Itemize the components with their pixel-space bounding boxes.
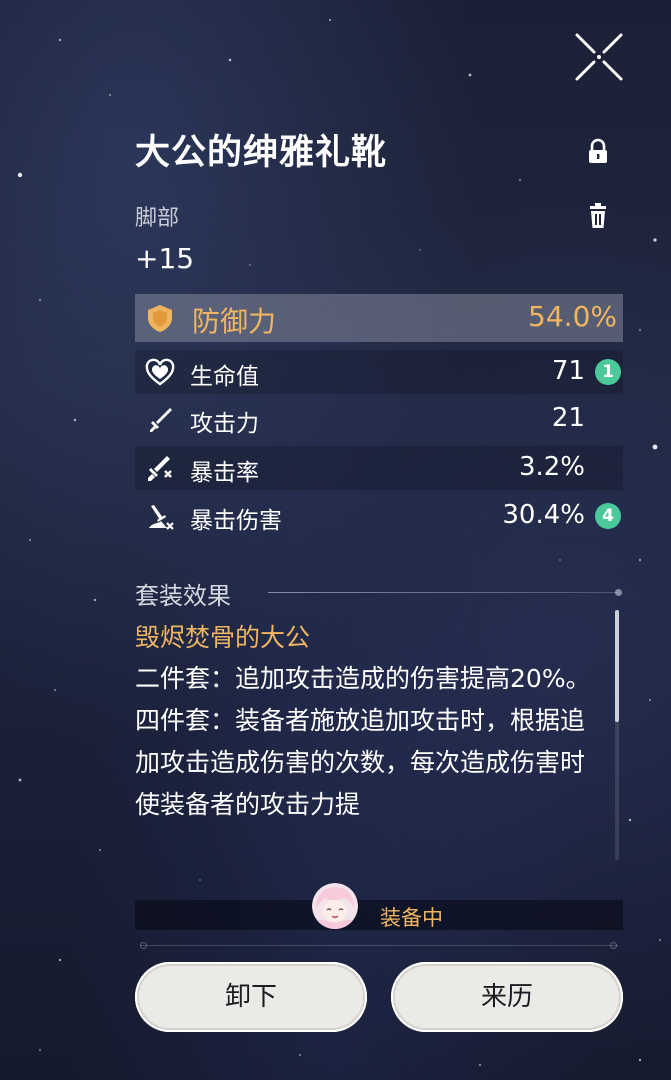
set-two-piece-effect: 二件套：追加攻击造成的伤害提高20%。 — [135, 664, 591, 693]
heart-icon — [145, 358, 175, 386]
sub-stat-row: 暴击率 3.2% — [135, 446, 623, 490]
sub-stat-name: 暴击率 — [190, 460, 259, 486]
relic-level: +15 — [135, 242, 195, 275]
roll-count-badge: 1 — [595, 359, 621, 385]
sub-stat-name: 生命值 — [190, 364, 259, 390]
set-four-piece-effect: 四件套：装备者施放追加攻击时，根据追加攻击造成伤害的次数，每次造成伤害时使装备者… — [135, 706, 586, 819]
set-effect-panel[interactable]: 毁烬焚骨的大公 二件套：追加攻击造成的伤害提高20%。 四件套：装备者施放追加攻… — [135, 618, 605, 862]
divider-dot — [610, 942, 617, 949]
relic-slot: 脚部 — [135, 206, 180, 231]
main-stat-name: 防御力 — [192, 305, 277, 338]
sub-stat-row: 暴击伤害 30.4% 4 — [135, 494, 623, 538]
trash-icon — [590, 203, 606, 228]
divider — [140, 945, 618, 946]
divider-dot — [140, 942, 147, 949]
crit-rate-icon — [148, 456, 172, 481]
divider-dot — [615, 589, 622, 596]
main-stat-value: 54.0% — [528, 300, 617, 333]
divider — [268, 592, 618, 593]
sub-stat-name: 攻击力 — [190, 411, 259, 437]
equipped-bar — [135, 900, 623, 930]
lock-icon — [589, 138, 607, 163]
roll-count-badge: 4 — [595, 503, 621, 529]
equipped-label: 装备中 — [380, 906, 443, 930]
sub-stat-value: 3.2% — [518, 452, 585, 482]
set-effect-header: 套装效果 — [135, 582, 231, 610]
sub-stat-row: 生命值 71 1 — [135, 350, 623, 394]
discard-button[interactable] — [582, 200, 614, 232]
main-stat-row: 防御力 54.0% — [135, 294, 623, 342]
close-icon — [575, 33, 623, 81]
shield-icon — [148, 305, 172, 332]
character-avatar-icon — [312, 883, 358, 929]
set-name: 毁烬焚骨的大公 — [135, 623, 311, 652]
sub-stat-value: 21 — [551, 403, 585, 433]
relic-title: 大公的绅雅礼靴 — [135, 133, 388, 173]
scrollbar-thumb[interactable] — [615, 610, 619, 722]
avatar[interactable] — [312, 883, 358, 929]
lock-button[interactable] — [582, 136, 614, 168]
sword-icon — [150, 408, 172, 432]
crit-damage-icon — [149, 505, 174, 530]
sub-stat-name: 暴击伤害 — [190, 508, 282, 534]
sub-stat-row: 攻击力 21 — [135, 397, 623, 441]
close-button[interactable] — [572, 30, 626, 84]
sub-stat-value: 30.4% — [502, 500, 585, 530]
sub-stat-value: 71 — [551, 356, 585, 386]
source-button[interactable]: 来历 — [391, 962, 623, 1032]
unequip-button[interactable]: 卸下 — [135, 962, 367, 1032]
